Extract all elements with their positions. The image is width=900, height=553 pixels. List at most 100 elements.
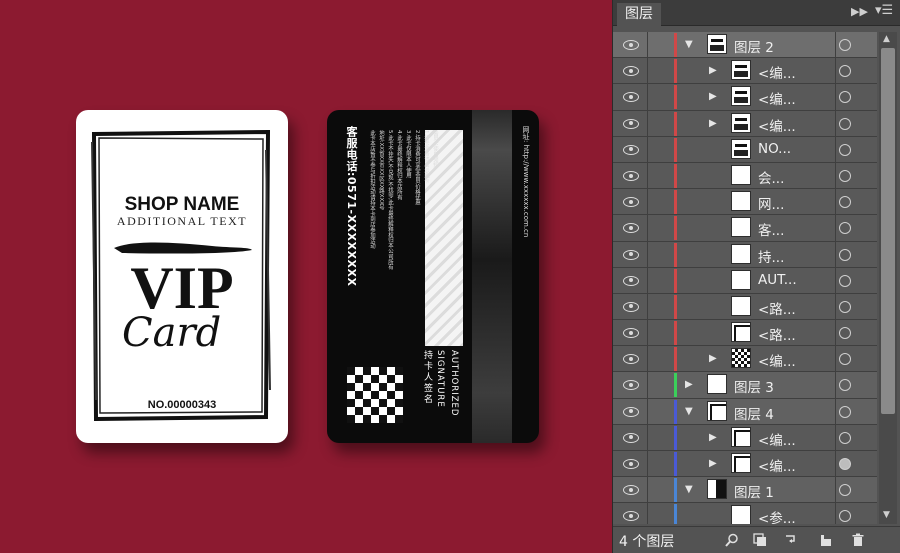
sublayer-row[interactable]: ▶ <编... bbox=[613, 84, 877, 111]
lock-toggle[interactable] bbox=[648, 268, 674, 293]
visibility-eye-icon[interactable] bbox=[623, 197, 639, 208]
tab-layers[interactable]: 图层 bbox=[617, 3, 661, 26]
sublayer-row[interactable]: 持... bbox=[613, 241, 877, 268]
lock-toggle[interactable] bbox=[648, 58, 674, 83]
layers-scrollbar[interactable]: ▲ ▼ bbox=[879, 32, 897, 524]
scrollbar-thumb[interactable] bbox=[881, 48, 895, 414]
target-circle-icon[interactable] bbox=[839, 405, 851, 418]
sublayer-row[interactable]: 会... bbox=[613, 162, 877, 190]
visibility-eye-icon[interactable] bbox=[623, 354, 639, 365]
layer-name[interactable]: 网... bbox=[758, 193, 784, 213]
layer-row[interactable]: ▶ 图层 3 bbox=[613, 372, 877, 399]
layer-row[interactable]: ▼ 图层 1 bbox=[613, 477, 877, 504]
visibility-eye-icon[interactable] bbox=[623, 511, 639, 522]
target-circle-icon[interactable] bbox=[839, 458, 851, 470]
lock-toggle[interactable] bbox=[648, 372, 674, 397]
visibility-eye-icon[interactable] bbox=[623, 118, 639, 129]
sublayer-row[interactable]: ▶ <编... bbox=[613, 451, 877, 478]
scroll-up-icon[interactable]: ▲ bbox=[883, 34, 890, 44]
target-circle-icon[interactable] bbox=[839, 484, 851, 497]
target-circle-icon[interactable] bbox=[839, 65, 851, 78]
target-circle-icon[interactable] bbox=[839, 353, 851, 366]
lock-toggle[interactable] bbox=[648, 320, 674, 345]
sublayer-row[interactable]: ▶ <编... bbox=[613, 424, 877, 451]
expand-right-arrow-icon[interactable]: ▶ bbox=[709, 458, 717, 469]
visibility-eye-icon[interactable] bbox=[623, 432, 639, 443]
visibility-eye-icon[interactable] bbox=[623, 301, 639, 312]
target-circle-icon[interactable] bbox=[839, 39, 851, 51]
lock-toggle[interactable] bbox=[648, 111, 674, 136]
layer-name[interactable]: <编... bbox=[758, 115, 796, 135]
search-icon[interactable] bbox=[725, 533, 739, 547]
visibility-eye-icon[interactable] bbox=[623, 223, 639, 234]
layer-name[interactable]: 会... bbox=[758, 167, 784, 187]
vip-card-front[interactable]: SHOP NAME ADDITIONAL TEXT VIP Card NO.00… bbox=[76, 110, 288, 443]
delete-icon[interactable] bbox=[851, 533, 865, 547]
layer-name[interactable]: <编... bbox=[758, 62, 796, 82]
lock-toggle[interactable] bbox=[648, 242, 674, 267]
layer-name[interactable]: AUT... bbox=[758, 272, 797, 288]
lock-toggle[interactable] bbox=[648, 477, 674, 502]
target-circle-icon[interactable] bbox=[839, 274, 851, 287]
lock-toggle[interactable] bbox=[648, 425, 674, 450]
layer-name[interactable]: <编... bbox=[758, 350, 796, 370]
sublayer-row[interactable]: <参... bbox=[613, 503, 877, 524]
expand-right-arrow-icon[interactable]: ▶ bbox=[709, 65, 717, 76]
lock-toggle[interactable] bbox=[648, 346, 674, 371]
sublayer-row[interactable]: <路... bbox=[613, 320, 877, 347]
target-circle-icon[interactable] bbox=[839, 248, 851, 261]
target-circle-icon[interactable] bbox=[839, 196, 851, 209]
sublayer-row[interactable]: ▶ <编... bbox=[613, 346, 877, 373]
layer-name[interactable]: 持... bbox=[758, 246, 784, 266]
expand-right-arrow-icon[interactable]: ▶ bbox=[709, 353, 717, 364]
target-circle-icon[interactable] bbox=[839, 117, 851, 130]
lock-toggle[interactable] bbox=[648, 294, 674, 319]
layer-row[interactable]: ▼ 图层 4 bbox=[613, 398, 877, 425]
sublayer-row[interactable]: 网... bbox=[613, 189, 877, 216]
target-circle-icon[interactable] bbox=[839, 300, 851, 313]
lock-toggle[interactable] bbox=[648, 399, 674, 424]
layer-name[interactable]: <参... bbox=[758, 507, 796, 524]
visibility-eye-icon[interactable] bbox=[623, 485, 639, 496]
panel-menu-icon[interactable]: ▾☰ bbox=[875, 3, 893, 18]
visibility-eye-icon[interactable] bbox=[623, 144, 639, 155]
layer-name[interactable]: <编... bbox=[758, 88, 796, 108]
layer-name[interactable]: 客... bbox=[758, 219, 784, 239]
sublayer-row[interactable]: ▶ <编... bbox=[613, 110, 877, 137]
layer-name[interactable]: NO... bbox=[758, 141, 791, 157]
visibility-eye-icon[interactable] bbox=[623, 380, 639, 391]
lock-toggle[interactable] bbox=[648, 84, 674, 109]
lock-toggle[interactable] bbox=[648, 451, 674, 476]
target-circle-icon[interactable] bbox=[839, 222, 851, 235]
lock-toggle[interactable] bbox=[648, 163, 674, 188]
target-circle-icon[interactable] bbox=[839, 169, 851, 182]
visibility-eye-icon[interactable] bbox=[623, 249, 639, 260]
expand-right-arrow-icon[interactable]: ▶ bbox=[709, 91, 717, 102]
target-circle-icon[interactable] bbox=[839, 510, 851, 523]
target-circle-icon[interactable] bbox=[839, 379, 851, 392]
layer-row[interactable]: ▼ 图层 2 bbox=[613, 32, 877, 59]
lock-toggle[interactable] bbox=[648, 503, 674, 524]
sublayer-row[interactable]: <路... bbox=[613, 293, 877, 321]
layer-name[interactable]: <路... bbox=[758, 324, 796, 344]
sublayer-row[interactable]: 客... bbox=[613, 215, 877, 242]
lock-toggle[interactable] bbox=[648, 215, 674, 240]
make-clipping-mask-icon[interactable] bbox=[753, 533, 767, 547]
artboard-canvas[interactable]: SHOP NAME ADDITIONAL TEXT VIP Card NO.00… bbox=[0, 0, 612, 553]
expand-right-arrow-icon[interactable]: ▶ bbox=[709, 432, 717, 443]
expand-right-arrow-icon[interactable]: ▶ bbox=[685, 379, 693, 390]
target-circle-icon[interactable] bbox=[839, 431, 851, 444]
vip-card-back[interactable]: 客服电话:0571-XXXXXXXX 会员卡使用须知: 1.持卡消费请出示此卡 … bbox=[327, 110, 539, 443]
expand-down-arrow-icon[interactable]: ▼ bbox=[685, 39, 693, 50]
expand-down-arrow-icon[interactable]: ▼ bbox=[685, 406, 693, 417]
sublayer-row[interactable]: NO... bbox=[613, 136, 877, 163]
visibility-eye-icon[interactable] bbox=[623, 170, 639, 181]
layer-name[interactable]: <路... bbox=[758, 298, 796, 318]
expand-right-arrow-icon[interactable]: ▶ bbox=[709, 118, 717, 129]
layer-name[interactable]: 图层 1 bbox=[734, 481, 774, 501]
layer-name[interactable]: <编... bbox=[758, 429, 796, 449]
layer-name[interactable]: 图层 2 bbox=[734, 36, 774, 56]
visibility-eye-icon[interactable] bbox=[623, 275, 639, 286]
scroll-down-icon[interactable]: ▼ bbox=[883, 510, 890, 520]
sublayer-row[interactable]: AUT... bbox=[613, 267, 877, 294]
